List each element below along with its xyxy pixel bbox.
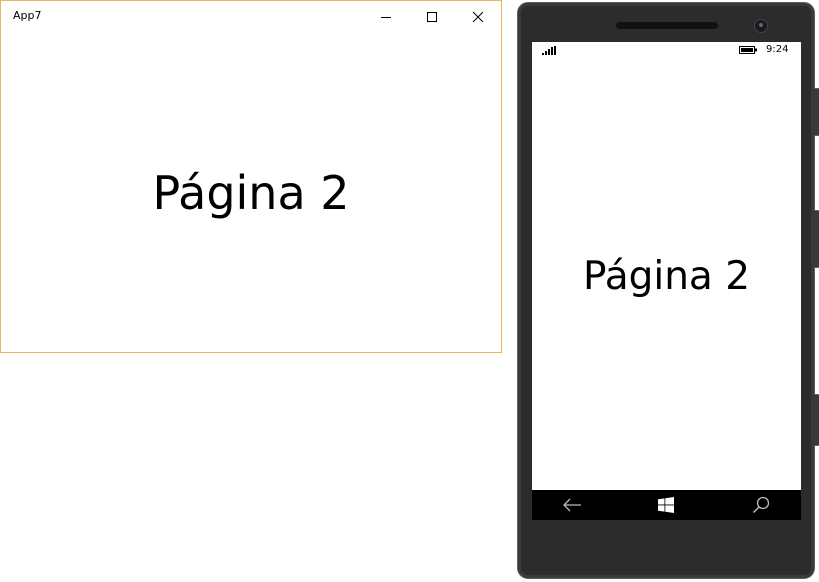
- status-time: 9:24: [766, 44, 789, 55]
- phone-power-button[interactable]: [814, 394, 819, 446]
- app-window: App7 Página 2: [0, 0, 502, 353]
- phone-screen: 9:24 Página 2: [532, 42, 801, 520]
- search-button[interactable]: [731, 490, 791, 520]
- phone-nav-bar: [532, 490, 801, 520]
- close-icon: [472, 11, 484, 23]
- phone-status-bar: 9:24: [532, 42, 801, 58]
- windows-logo-icon: [658, 497, 674, 513]
- phone-volume-down-button[interactable]: [814, 210, 819, 268]
- camera-icon: [754, 19, 768, 33]
- phone-page-title: Página 2: [582, 254, 751, 299]
- window-title: App7: [13, 9, 42, 22]
- signal-strength-icon: [542, 46, 556, 55]
- maximize-button[interactable]: [409, 1, 455, 33]
- phone-volume-up-button[interactable]: [814, 88, 819, 136]
- back-arrow-icon: [563, 498, 581, 512]
- maximize-icon: [427, 12, 437, 22]
- start-button[interactable]: [636, 490, 696, 520]
- page-title: Página 2: [152, 166, 350, 220]
- minimize-button[interactable]: [363, 1, 409, 33]
- battery-icon: [739, 46, 757, 54]
- title-bar[interactable]: App7: [1, 1, 501, 33]
- phone-speaker: [616, 22, 718, 29]
- close-button[interactable]: [455, 1, 501, 33]
- minimize-icon: [381, 17, 391, 18]
- search-icon: [752, 496, 770, 514]
- window-content: Página 2: [1, 33, 501, 352]
- back-button[interactable]: [542, 490, 602, 520]
